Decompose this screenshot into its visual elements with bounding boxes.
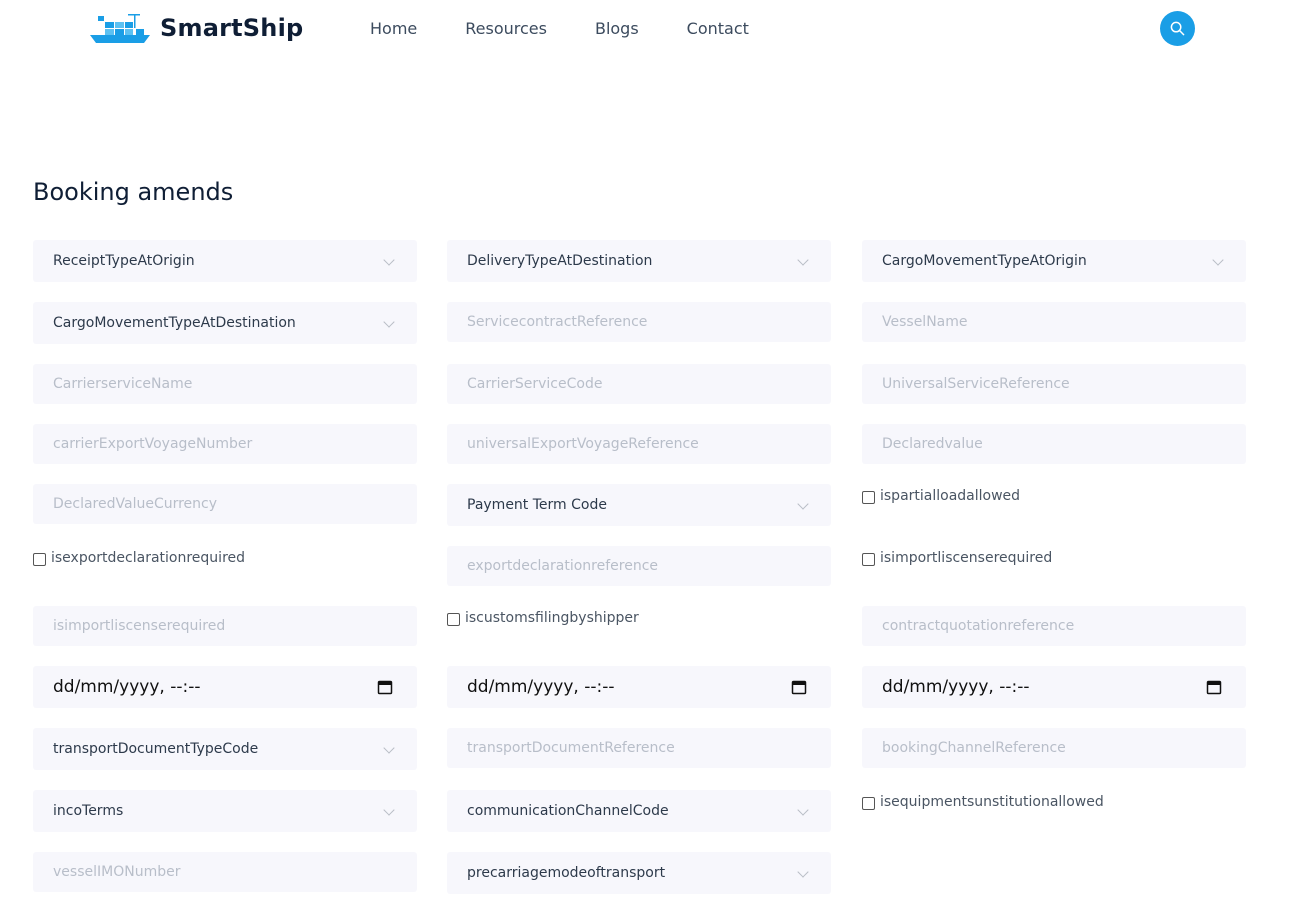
datetime-input-2[interactable]: dd/mm/yyyy, --:-- [447,666,831,708]
chevron-down-icon [797,498,809,510]
datetime-value: dd/mm/yyyy, --:-- [53,677,201,697]
search-button[interactable] [1160,11,1195,46]
chevron-down-icon [797,866,809,878]
import-license-required-checkbox-row[interactable]: isimportliscenserequired [862,548,1246,590]
select-value: CargoMovementTypeAtOrigin [882,253,1087,269]
checkbox-label: isimportliscenserequired [880,550,1053,566]
calendar-icon[interactable] [1206,679,1222,695]
select-value: CargoMovementTypeAtDestination [53,315,296,331]
nav-blogs[interactable]: Blogs [595,19,639,38]
checkbox-label: iscustomsfilingbyshipper [465,610,639,626]
carrier-service-name-input[interactable] [33,364,417,404]
partial-load-allowed-checkbox[interactable] [862,491,875,504]
select-value: incoTerms [53,803,124,819]
vessel-name-input[interactable] [862,302,1246,342]
universal-service-reference-input[interactable] [862,364,1246,404]
equipment-substitution-allowed-checkbox[interactable] [862,797,875,810]
checkbox-label: ispartialloadallowed [880,488,1021,504]
import-license-required-checkbox[interactable] [862,553,875,566]
service-contract-reference-input[interactable] [447,302,831,342]
customs-filing-by-shipper-checkbox[interactable] [447,613,460,626]
search-icon [1170,21,1185,36]
carrier-export-voyage-number-input[interactable] [33,424,417,464]
checkbox-label: isexportdeclarationrequired [51,550,246,566]
receipt-type-at-origin-select[interactable]: ReceiptTypeAtOrigin [33,240,417,282]
nav-home[interactable]: Home [370,19,417,38]
chevron-down-icon [797,254,809,266]
chevron-down-icon [1212,254,1224,266]
navbar: SmartShip Home Resources Blogs Contact [0,0,1305,60]
declared-value-currency-input[interactable] [33,484,417,524]
cargo-movement-type-at-destination-select[interactable]: CargoMovementTypeAtDestination [33,302,417,344]
chevron-down-icon [383,254,395,266]
payment-term-code-select[interactable]: Payment Term Code [447,484,831,526]
nav-resources[interactable]: Resources [465,19,547,38]
datetime-value: dd/mm/yyyy, --:-- [467,677,615,697]
partial-load-allowed-checkbox-row[interactable]: ispartialloadallowed [862,486,1246,528]
equipment-substitution-allowed-checkbox-row[interactable]: isequipmentsunstitutionallowed [862,792,1246,834]
main-nav: Home Resources Blogs Contact [370,19,797,38]
chevron-down-icon [383,742,395,754]
select-value: transportDocumentTypeCode [53,741,259,757]
nav-contact[interactable]: Contact [687,19,749,38]
chevron-down-icon [383,804,395,816]
chevron-down-icon [797,804,809,816]
ship-icon [90,14,150,43]
brand-logo[interactable]: SmartShip [88,10,303,46]
pre-carriage-mode-of-transport-select[interactable]: precarriagemodeoftransport [447,852,831,894]
universal-export-voyage-reference-input[interactable] [447,424,831,464]
select-value: precarriagemodeoftransport [467,865,666,881]
checkbox-label: isequipmentsunstitutionallowed [880,794,1104,810]
datetime-input-3[interactable]: dd/mm/yyyy, --:-- [862,666,1246,708]
export-declaration-required-checkbox[interactable] [33,553,46,566]
select-value: communicationChannelCode [467,803,669,819]
vessel-imo-number-input[interactable] [33,852,417,892]
booking-channel-reference-input[interactable] [862,728,1246,768]
export-declaration-required-checkbox-row[interactable]: isexportdeclarationrequired [33,548,417,590]
brand-name: SmartShip [160,14,304,42]
transport-document-type-code-select[interactable]: transportDocumentTypeCode [33,728,417,770]
delivery-type-at-destination-select[interactable]: DeliveryTypeAtDestination [447,240,831,282]
page-title: Booking amends [33,178,234,206]
chevron-down-icon [383,316,395,328]
calendar-icon[interactable] [791,679,807,695]
calendar-icon[interactable] [377,679,393,695]
select-value: Payment Term Code [467,497,607,513]
select-value: ReceiptTypeAtOrigin [53,253,195,269]
declared-value-input[interactable] [862,424,1246,464]
customs-filing-by-shipper-checkbox-row[interactable]: iscustomsfilingbyshipper [447,608,831,650]
communication-channel-code-select[interactable]: communicationChannelCode [447,790,831,832]
inco-terms-select[interactable]: incoTerms [33,790,417,832]
datetime-value: dd/mm/yyyy, --:-- [882,677,1030,697]
contract-quotation-reference-input[interactable] [862,606,1246,646]
datetime-input-1[interactable]: dd/mm/yyyy, --:-- [33,666,417,708]
export-declaration-reference-input[interactable] [447,546,831,586]
transport-document-reference-input[interactable] [447,728,831,768]
carrier-service-code-input[interactable] [447,364,831,404]
import-license-required-input[interactable] [33,606,417,646]
cargo-movement-type-at-origin-select[interactable]: CargoMovementTypeAtOrigin [862,240,1246,282]
select-value: DeliveryTypeAtDestination [467,253,653,269]
